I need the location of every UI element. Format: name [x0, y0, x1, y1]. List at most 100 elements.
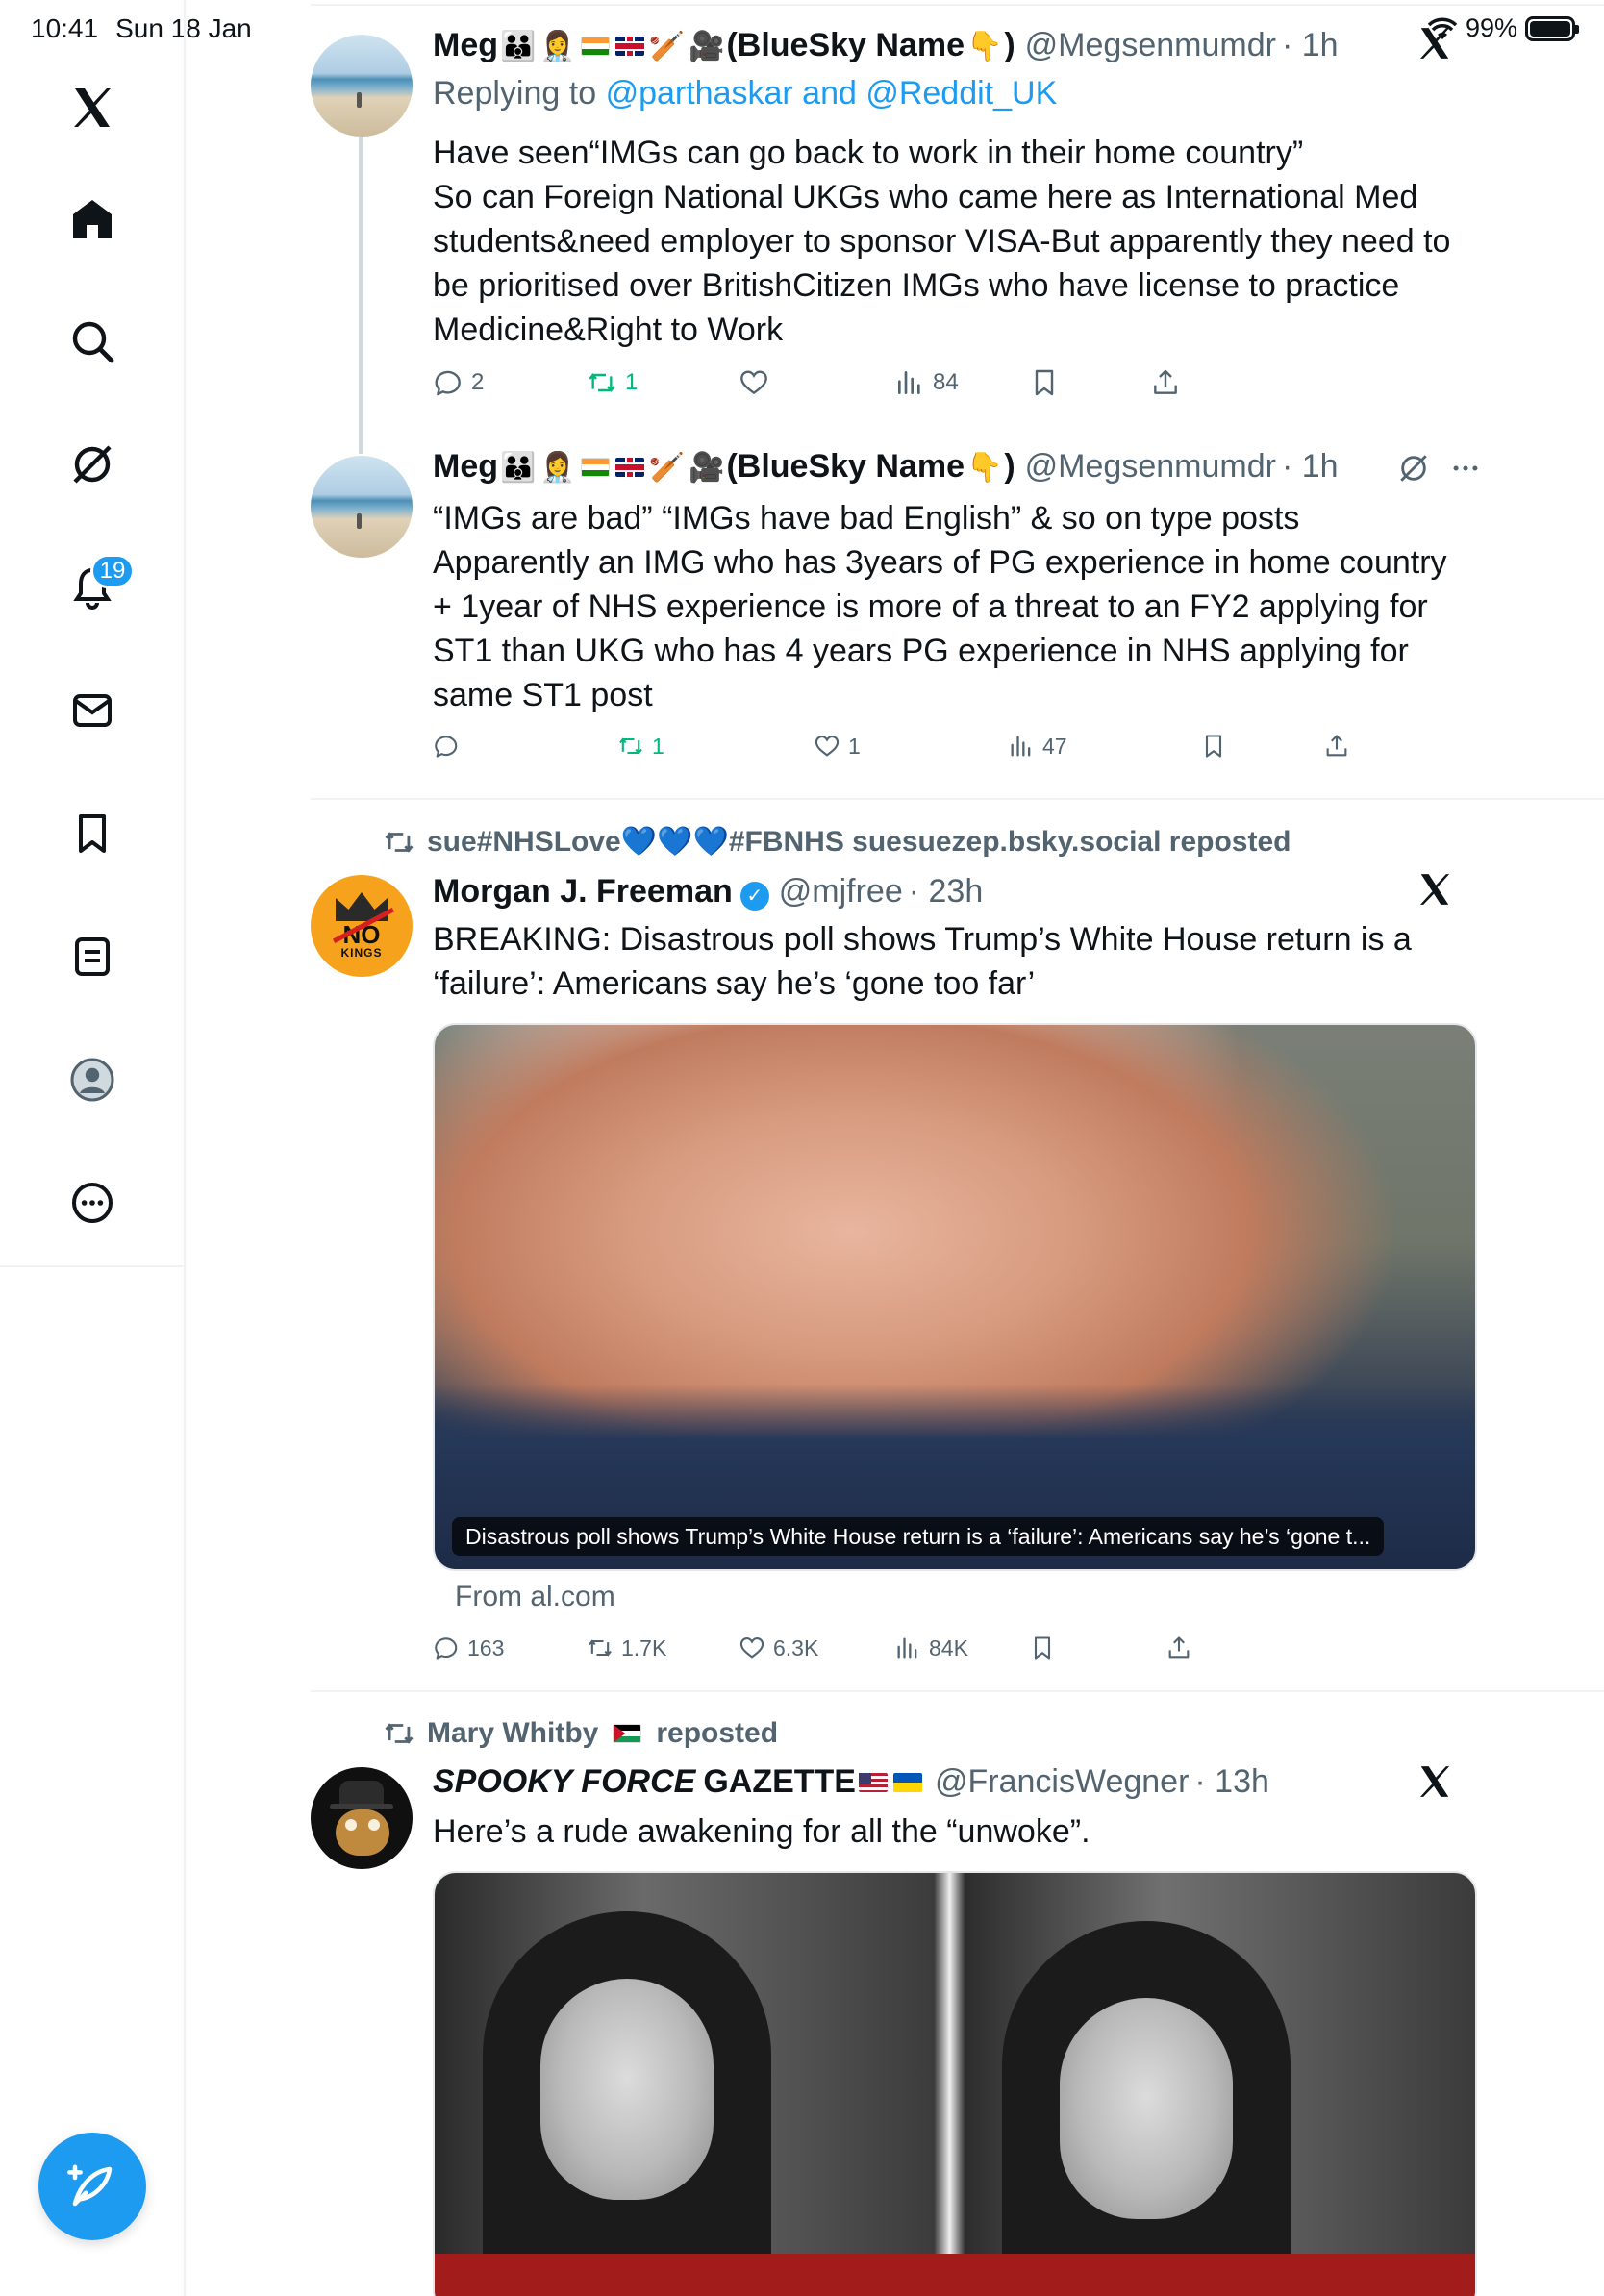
- tweet-time[interactable]: · 1h: [1282, 27, 1339, 64]
- reply-icon: [435, 370, 461, 396]
- tweet-text-line: + 1year of NHS experience is more of a t…: [433, 588, 1428, 625]
- author-name[interactable]: Meg: [433, 448, 498, 486]
- palestine-flag-icon: [613, 1724, 642, 1743]
- like-button[interactable]: [739, 367, 769, 398]
- compose-button[interactable]: [38, 2133, 146, 2240]
- views-icon: [897, 1637, 917, 1659]
- reply-mentions[interactable]: @parthaskar and @Reddit_UK: [606, 75, 1058, 112]
- messages-icon[interactable]: [54, 672, 131, 749]
- tweet-text-line: So can Foreign National UKGs who came he…: [433, 179, 1418, 215]
- bookmark-icon: [1205, 735, 1222, 758]
- tweet-text-line: ‘failure’: Americans say he’s ‘gone too …: [433, 965, 1036, 1002]
- author-name-close: ): [1004, 448, 1015, 485]
- tweet-header: Morgan J. Freeman ✓ @mjfree · 23h: [433, 873, 983, 911]
- tweet-top-actions: [1416, 871, 1453, 908]
- avatar[interactable]: [311, 35, 413, 137]
- tweet-text-line: Here’s a rude awakening for all the “unw…: [433, 1813, 1090, 1850]
- retweet-button[interactable]: 1: [587, 367, 638, 398]
- author-name[interactable]: Morgan J. Freeman: [433, 873, 733, 911]
- like-count: 6.3K: [773, 1635, 819, 1660]
- tweet-time[interactable]: · 1h: [1282, 448, 1339, 486]
- bookmark-button[interactable]: [1200, 733, 1227, 760]
- tweet-time[interactable]: · 13h: [1194, 1763, 1269, 1801]
- ukraine-flag-icon: [892, 1773, 922, 1792]
- timeline-feed[interactable]: Meg 👪 👩‍⚕️ 🏏 🎥 (BlueSky Name 👇 ) @Megsen…: [186, 0, 1604, 2296]
- link-card-caption: Disastrous poll shows Trump’s White Hous…: [452, 1517, 1385, 1556]
- lists-icon[interactable]: [54, 918, 131, 995]
- x-logo-icon[interactable]: [1416, 1763, 1453, 1800]
- x-logo-icon[interactable]: [54, 69, 131, 146]
- doctor-emoji: 👩‍⚕️: [539, 31, 576, 62]
- author-handle[interactable]: @Megsenmumdr: [1025, 448, 1276, 486]
- like-button[interactable]: 1: [814, 733, 861, 760]
- bookmarks-icon[interactable]: [54, 795, 131, 872]
- share-button[interactable]: [1150, 367, 1181, 398]
- reply-button[interactable]: 163: [433, 1635, 504, 1661]
- home-icon[interactable]: [54, 181, 131, 258]
- share-button[interactable]: [1323, 733, 1350, 760]
- uk-flag-icon: [614, 37, 644, 56]
- avatar[interactable]: [311, 1767, 413, 1869]
- more-icon[interactable]: [54, 1164, 131, 1241]
- views-button[interactable]: 84: [894, 367, 959, 398]
- grok-icon[interactable]: [1397, 452, 1430, 485]
- repost-context: Mary Whitby reposted: [383, 1717, 778, 1750]
- retweet-icon: [589, 373, 615, 392]
- reply-button[interactable]: [433, 733, 460, 760]
- reposter-name[interactable]: Mary Whitby: [427, 1717, 598, 1750]
- author-name[interactable]: SPOOKY FORCE: [433, 1763, 695, 1801]
- views-icon: [898, 371, 920, 394]
- search-icon[interactable]: [54, 303, 131, 380]
- views-button[interactable]: 84K: [894, 1635, 968, 1661]
- retweet-button[interactable]: 1: [617, 733, 664, 760]
- family-emoji: 👪: [500, 452, 537, 484]
- retweet-icon: [385, 1723, 414, 1744]
- reply-context: Replying to @parthaskar and @Reddit_UK: [433, 75, 1057, 112]
- author-handle[interactable]: @mjfree: [779, 873, 903, 911]
- reposter-name[interactable]: sue#NHSLove: [427, 826, 621, 858]
- sidebar-divider: [0, 1265, 186, 1267]
- bookmark-button[interactable]: [1029, 367, 1060, 398]
- author-name[interactable]: Meg: [433, 27, 498, 64]
- blue-heart-emoji: 💙💙💙: [620, 826, 729, 858]
- more-options-icon[interactable]: [1449, 452, 1482, 485]
- author-handle[interactable]: @Megsenmumdr: [1025, 27, 1276, 64]
- tweet-divider: [311, 798, 1604, 800]
- author-handle[interactable]: @FrancisWegner: [935, 1763, 1189, 1801]
- x-logo-icon[interactable]: [1416, 25, 1453, 62]
- verified-badge-icon: ✓: [739, 882, 769, 911]
- pointing-down-emoji: 👇: [965, 31, 1003, 62]
- avatar[interactable]: [311, 456, 413, 558]
- tweet-top-actions: [1397, 452, 1482, 485]
- tweet-header: SPOOKY FORCE GAZETTE @FrancisWegner · 13…: [433, 1763, 1269, 1801]
- share-button[interactable]: [1165, 1635, 1192, 1661]
- tweet-text: BREAKING: Disastrous poll shows Trump’s …: [433, 917, 1510, 1006]
- repost-context: sue#NHSLove💙💙💙#FBNHS suesuezep.bsky.soci…: [383, 825, 1291, 859]
- grok-icon[interactable]: [54, 426, 131, 503]
- views-icon: [1011, 736, 1031, 757]
- reposter-name-rest[interactable]: #FBNHS suesuezep.bsky.social reposted: [729, 826, 1291, 858]
- avatar[interactable]: NO KINGS: [311, 875, 413, 977]
- reply-button[interactable]: 2: [433, 367, 484, 398]
- like-button[interactable]: 6.3K: [739, 1635, 818, 1661]
- views-button[interactable]: 47: [1008, 733, 1067, 760]
- heart-icon: [739, 1637, 764, 1659]
- tweet-media-image[interactable]: [433, 1871, 1477, 2296]
- tweet-divider: [311, 1690, 1604, 1692]
- cricket-emoji: 🏏: [648, 452, 686, 484]
- tweet-header: Meg 👪 👩‍⚕️ 🏏 🎥 (BlueSky Name 👇 ) @Megsen…: [433, 27, 1339, 64]
- author-name-rest[interactable]: GAZETTE: [703, 1763, 856, 1801]
- x-logo-icon[interactable]: [1416, 871, 1453, 908]
- link-card-source[interactable]: From al.com: [455, 1581, 615, 1613]
- us-flag-icon: [858, 1773, 888, 1792]
- thread-connector-line: [359, 137, 363, 454]
- heart-icon: [740, 370, 767, 395]
- link-card-image[interactable]: Disastrous poll shows Trump’s White Hous…: [433, 1023, 1477, 1571]
- bookmark-button[interactable]: [1029, 1635, 1056, 1661]
- profile-icon[interactable]: [54, 1041, 131, 1118]
- reply-count: 2: [471, 369, 485, 395]
- cricket-emoji: 🏏: [648, 31, 686, 62]
- camera-emoji: 🎥: [689, 452, 725, 484]
- retweet-button[interactable]: 1.7K: [587, 1635, 666, 1661]
- tweet-time[interactable]: · 23h: [909, 873, 984, 911]
